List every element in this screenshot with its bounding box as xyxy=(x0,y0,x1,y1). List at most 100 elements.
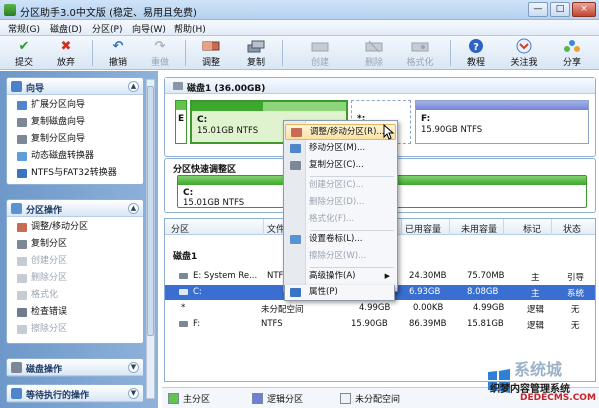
x-icon: ✖ xyxy=(60,38,72,54)
left-panel-scrollbar[interactable] xyxy=(146,79,155,399)
column-divider[interactable] xyxy=(551,219,552,235)
table-row[interactable]: * 未分配空间 4.99GB 0.00KB 4.99GB 逻辑 无 xyxy=(165,301,595,316)
ctx-wipe-partition[interactable]: 擦除分区(W)... xyxy=(285,249,396,265)
partition-block-f[interactable]: F: 15.90GB NTFS xyxy=(415,100,589,144)
menu-partition[interactable]: 分区(P) xyxy=(92,22,122,35)
copy-button[interactable]: 复制 xyxy=(236,38,276,68)
commit-button[interactable]: ✔ 提交 xyxy=(4,38,44,69)
ctx-delete-partition[interactable]: 删除分区(D)... xyxy=(285,195,396,211)
quick-adjust-size: 15.01GB NTFS xyxy=(183,198,245,208)
sidebar-item-format[interactable]: 格式化 xyxy=(17,288,143,305)
ctx-move-partition[interactable]: 移动分区(M)... xyxy=(285,141,396,157)
share-button[interactable]: 分享 xyxy=(552,38,592,68)
quick-adjust-title: 分区快速调整区 xyxy=(173,165,237,175)
svg-text:?: ? xyxy=(473,42,479,53)
collapse-icon[interactable]: ▲ xyxy=(128,81,139,92)
follow-button[interactable]: 关注我 xyxy=(504,38,544,68)
menu-general[interactable]: 常规(G) xyxy=(8,22,40,35)
copy-partition-icon xyxy=(17,135,27,144)
format-button[interactable]: 格式化 xyxy=(400,38,440,68)
sidebar-item-extend-wizard[interactable]: 扩展分区向导 xyxy=(17,98,143,115)
column-header[interactable]: 未用容量 xyxy=(461,222,497,235)
expand-icon[interactable]: ▼ xyxy=(128,388,139,399)
tutorial-label: 教程 xyxy=(466,58,485,68)
copy-disk-icon xyxy=(17,118,27,127)
wizard-panel-header[interactable]: 向导 ▲ xyxy=(7,78,143,95)
partition-ops-title: 分区操作 xyxy=(26,206,63,216)
column-divider[interactable] xyxy=(449,219,450,235)
cell-flag: 主 xyxy=(531,289,540,299)
expand-icon[interactable]: ▼ xyxy=(128,362,139,373)
sidebar-item-copy-partition[interactable]: 复制分区 xyxy=(17,237,143,254)
tutorial-button[interactable]: ? 教程 xyxy=(456,38,496,68)
sidebar-item-label: 复制磁盘向导 xyxy=(31,117,86,127)
column-divider[interactable] xyxy=(503,219,504,235)
pending-ops-header[interactable]: 等待执行的操作 ▼ xyxy=(7,385,143,402)
column-header[interactable]: 分区 xyxy=(171,222,189,235)
copy-icon xyxy=(247,38,265,54)
menu-wizard[interactable]: 向导(W) xyxy=(132,22,166,35)
sidebar-item-create-partition[interactable]: 创建分区 xyxy=(17,254,143,271)
sidebar-item-dynamic-disk[interactable]: 动态磁盘转换器 xyxy=(17,149,143,166)
share-label: 分享 xyxy=(562,58,581,68)
toolbar: ✔ 提交 ✖ 放弃 ↶ 撤销 ↷ 重做 调整 复制 创建 删除 格式化 ? 教程 xyxy=(0,36,599,70)
copy-label: 复制 xyxy=(246,58,265,68)
create-button[interactable]: 创建 xyxy=(300,38,340,68)
column-divider[interactable] xyxy=(263,219,264,235)
ctx-set-label[interactable]: 设置卷标(L)... xyxy=(285,232,396,248)
sidebar-item-wipe-partition[interactable]: 擦除分区 xyxy=(17,322,143,339)
resize-icon xyxy=(202,38,220,54)
discard-button[interactable]: ✖ 放弃 xyxy=(46,38,86,69)
pending-ops-title: 等待执行的操作 xyxy=(26,391,90,401)
toolbar-separator xyxy=(282,40,283,66)
sidebar-item-copy-partition-wizard[interactable]: 复制分区向导 xyxy=(17,132,143,149)
column-divider[interactable] xyxy=(401,219,402,235)
cell-unused: 4.99GB xyxy=(473,303,505,313)
cell-status: 引导 xyxy=(567,273,585,283)
follow-icon xyxy=(515,38,533,54)
format-label: 格式化 xyxy=(406,58,434,68)
table-row[interactable]: F: NTFS 15.90GB 86.39MB 15.81GB 逻辑 无 xyxy=(165,317,595,332)
toolbar-separator xyxy=(92,40,93,66)
sidebar-item-ntfs-fat32[interactable]: NTFS与FAT32转换器 xyxy=(17,166,143,183)
partition-icon xyxy=(179,289,188,295)
disk-ops-header[interactable]: 磁盘操作 ▼ xyxy=(7,359,143,376)
delete-button[interactable]: 删除 xyxy=(354,38,394,68)
legend-swatch xyxy=(340,393,351,404)
menu-disk[interactable]: 磁盘(D) xyxy=(50,22,82,35)
ctx-copy-partition[interactable]: 复制分区(C)... xyxy=(285,158,396,174)
sidebar-item-label: 擦除分区 xyxy=(31,324,68,334)
collapse-icon[interactable]: ▲ xyxy=(128,203,139,214)
ctx-advanced[interactable]: 高级操作(A) ▶ xyxy=(285,269,396,285)
partition-ops-header[interactable]: 分区操作 ▲ xyxy=(7,200,143,217)
move-icon xyxy=(290,144,301,153)
column-header[interactable]: 已用容量 xyxy=(405,222,441,235)
sidebar-item-check-errors[interactable]: 检查错误 xyxy=(17,305,143,322)
scrollbar-thumb[interactable] xyxy=(147,86,154,336)
sidebar-item-delete-partition[interactable]: 删除分区 xyxy=(17,271,143,288)
resize-button[interactable]: 调整 xyxy=(191,38,231,68)
ctx-create-partition[interactable]: 创建分区(C)... xyxy=(285,178,396,194)
sidebar-item-label: 删除分区 xyxy=(31,273,68,283)
partition-block-e[interactable]: E xyxy=(175,100,187,144)
column-header[interactable]: 标记 xyxy=(523,222,541,235)
sidebar-item-copy-disk-wizard[interactable]: 复制磁盘向导 xyxy=(17,115,143,132)
wipe-icon xyxy=(17,325,27,334)
ctx-properties[interactable]: 属性(P) xyxy=(284,285,395,301)
redo-button[interactable]: ↷ 重做 xyxy=(140,38,180,69)
ctx-resize-move[interactable]: 调整/移动分区(R)... xyxy=(285,124,396,140)
minimize-button[interactable]: — xyxy=(528,2,548,17)
partition-icon xyxy=(179,273,188,279)
ctx-format[interactable]: 格式化(F)... xyxy=(285,212,396,228)
undo-button[interactable]: ↶ 撤销 xyxy=(98,38,138,69)
column-header[interactable]: 状态 xyxy=(563,222,581,235)
maximize-button[interactable]: □ xyxy=(550,2,570,17)
menu-help[interactable]: 帮助(H) xyxy=(174,22,206,35)
check-icon: ✔ xyxy=(18,38,30,54)
sidebar-item-resize-move[interactable]: 调整/移动分区 xyxy=(17,220,143,237)
sidebar-item-label: 扩展分区向导 xyxy=(31,100,86,110)
mouse-cursor-icon xyxy=(383,124,395,140)
create-icon xyxy=(17,257,27,266)
close-button[interactable]: × xyxy=(572,2,596,17)
copy-icon xyxy=(290,161,301,170)
